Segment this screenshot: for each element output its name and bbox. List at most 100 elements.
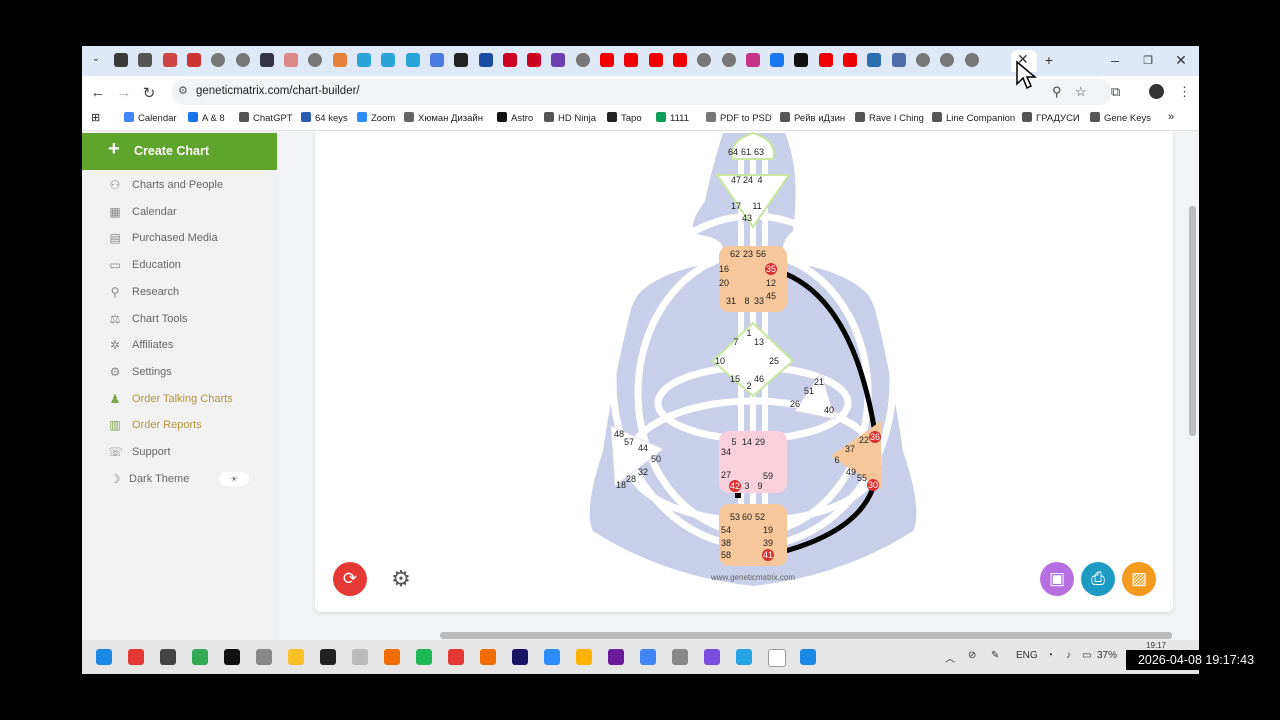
browser-tab[interactable] [745, 53, 760, 67]
browser-tab[interactable] [624, 53, 639, 67]
bookmark-item[interactable]: Gene Keys [1090, 112, 1151, 124]
bookmark-item[interactable]: Rave I Ching [855, 112, 924, 124]
site-info-icon[interactable]: ⚙ [178, 84, 188, 97]
bookmark-star-icon[interactable]: ☆ [1075, 84, 1087, 100]
browser-tab[interactable] [138, 53, 153, 67]
chart-settings-button[interactable]: ⚙ [384, 562, 418, 596]
create-chart-button[interactable]: + Create Chart [82, 133, 277, 170]
browser-tab[interactable] [891, 53, 906, 67]
battery-icon[interactable]: ▭ [1082, 650, 1091, 661]
browser-tab[interactable] [648, 53, 663, 67]
taskbar-app-icon[interactable] [608, 649, 624, 665]
taskbar-app-icon[interactable] [384, 649, 400, 665]
bookmark-item[interactable]: HD Ninja [544, 112, 596, 124]
browser-tab[interactable] [308, 53, 323, 67]
browser-tab[interactable] [429, 53, 444, 67]
taskbar-app-icon[interactable] [192, 649, 208, 665]
taskbar-app-icon[interactable] [576, 649, 592, 665]
taskbar-app-icon[interactable] [288, 649, 304, 665]
taskbar-app-icon[interactable] [256, 649, 272, 665]
taskbar-app-icon[interactable] [320, 649, 336, 665]
sidebar-item-purchased-media[interactable]: ▤ Purchased Media [82, 226, 277, 252]
print-button[interactable]: ⎙ [1081, 562, 1115, 596]
browser-tab[interactable] [600, 53, 614, 67]
browser-tab[interactable] [818, 53, 833, 67]
sidebar-item-settings[interactable]: ⚙ Settings [82, 360, 277, 386]
refresh-button[interactable]: ⟳ [333, 562, 367, 596]
taskbar-app-icon[interactable] [224, 649, 240, 665]
bookmark-item[interactable]: Line Companion [932, 112, 1015, 124]
vertical-scrollbar[interactable] [1189, 136, 1196, 576]
browser-tab[interactable] [454, 53, 469, 67]
browser-tab[interactable] [527, 53, 542, 67]
minimize-button[interactable]: – [1105, 52, 1125, 68]
menu-dots-icon[interactable]: ⋮ [1178, 84, 1191, 100]
bookmark-item[interactable]: 64 keys [301, 112, 348, 124]
browser-tab[interactable] [551, 53, 566, 67]
taskbar-app-icon[interactable] [352, 649, 368, 665]
browser-tab[interactable] [381, 53, 396, 67]
sidebar-item-education[interactable]: ▭ Education [82, 253, 277, 279]
bookmark-item[interactable]: 1111 [656, 112, 689, 124]
browser-tab[interactable] [794, 53, 809, 67]
horizontal-scrollbar[interactable] [440, 632, 1172, 639]
bookmark-item[interactable]: ГРАДУСИ [1022, 112, 1080, 124]
sidebar-item-research[interactable]: ⚲ Research [82, 280, 277, 306]
sidebar-item-calendar[interactable]: ▦ Calendar [82, 200, 277, 226]
bookmark-item[interactable]: ChatGPT [239, 112, 293, 124]
close-window-button[interactable]: ✕ [1171, 52, 1191, 69]
browser-tab[interactable] [284, 53, 299, 67]
browser-tab[interactable] [114, 53, 128, 67]
taskbar-app-icon[interactable] [672, 649, 688, 665]
reload-icon[interactable]: ↻ [140, 84, 158, 102]
apps-grid-icon[interactable]: ⊞ [91, 111, 100, 124]
bookmark-item[interactable]: Zoom [357, 112, 395, 124]
taskbar-app-icon[interactable] [704, 649, 720, 665]
browser-tab[interactable] [478, 53, 493, 67]
taskbar-app-icon[interactable] [416, 649, 432, 665]
sidebar-item-order-reports[interactable]: ▥ Order Reports [82, 413, 277, 439]
bookmark-item[interactable]: Tapo [607, 112, 642, 124]
browser-tab[interactable] [186, 53, 201, 67]
browser-tab[interactable] [332, 53, 347, 67]
browser-tab[interactable] [697, 53, 712, 67]
taskbar-time[interactable]: 19:17 [1146, 641, 1166, 650]
sidebar-item-support[interactable]: ☏ Support [82, 440, 277, 466]
browser-tab[interactable] [915, 53, 930, 67]
browser-tab[interactable] [259, 53, 274, 67]
dark-theme-toggle[interactable]: ☀ [219, 471, 249, 486]
taskbar-app-icon[interactable] [640, 649, 656, 665]
sidebar-item-order-talking-charts[interactable]: ♟ Order Talking Charts [82, 387, 277, 413]
browser-tab[interactable] [211, 53, 226, 67]
bookmark-item[interactable]: Рейв иДзин [780, 112, 845, 124]
wifi-icon[interactable]: ◔ [1047, 650, 1053, 661]
tray-expand-icon[interactable]: ︿ [945, 650, 955, 665]
bookmark-item[interactable]: Calendar [124, 112, 177, 124]
pen-icon[interactable]: ✎ [991, 650, 999, 661]
browser-tab[interactable] [502, 53, 517, 67]
maximize-button[interactable]: ❐ [1138, 54, 1158, 67]
taskbar-app-icon[interactable] [480, 649, 496, 665]
browser-tab[interactable] [843, 53, 857, 67]
profile-avatar[interactable] [1149, 84, 1164, 99]
network-off-icon[interactable]: ⊘ [968, 650, 976, 661]
browser-tab[interactable] [721, 53, 736, 67]
browser-tab[interactable] [964, 53, 979, 67]
back-icon[interactable]: ← [89, 84, 107, 101]
taskbar-app-icon[interactable] [448, 649, 464, 665]
taskbar-app-icon[interactable] [128, 649, 144, 665]
scrollbar-thumb[interactable] [1189, 206, 1196, 436]
extensions-icon[interactable]: ⧉ [1111, 84, 1120, 100]
taskbar-app-icon[interactable] [512, 649, 528, 665]
taskbar-app-icon[interactable] [96, 649, 112, 665]
browser-tab[interactable] [867, 53, 882, 67]
media-button[interactable]: ▣ [1040, 562, 1074, 596]
browser-tab[interactable] [405, 53, 420, 67]
new-tab-icon[interactable]: + [1039, 52, 1059, 68]
taskbar-app-icon[interactable] [800, 649, 816, 665]
browser-tab[interactable] [770, 53, 785, 67]
save-image-button[interactable]: ▨ [1122, 562, 1156, 596]
language-indicator[interactable]: ENG [1016, 650, 1038, 661]
more-bookmarks-icon[interactable]: » [1168, 111, 1174, 123]
sidebar-item-charts-and-people[interactable]: ⚇ Charts and People [82, 173, 277, 199]
